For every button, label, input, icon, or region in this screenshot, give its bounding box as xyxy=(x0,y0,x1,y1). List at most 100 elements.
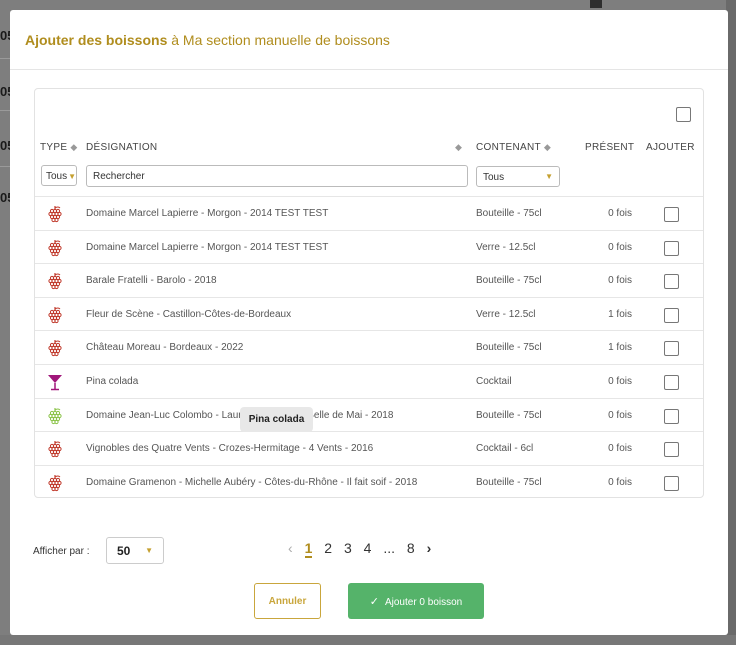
row-present: 0 fois xyxy=(608,476,632,488)
chevron-down-icon: ▼ xyxy=(68,172,77,181)
row-present: 1 fois xyxy=(608,308,632,320)
contenant-filter-value: Tous xyxy=(483,172,505,183)
check-icon: ✓ xyxy=(369,595,379,608)
contenant-filter-select[interactable]: Tous ▼ xyxy=(476,166,560,187)
row-present: 0 fois xyxy=(608,375,632,387)
sort-icon: ◆ xyxy=(543,142,552,152)
cancel-button[interactable]: Annuler xyxy=(254,583,321,619)
background-bottom-edge xyxy=(0,635,736,645)
row-contenant: Bouteille - 75cl xyxy=(476,208,542,219)
column-header-type[interactable]: TYPE ◆ xyxy=(40,142,78,153)
row-contenant: Bouteille - 75cl xyxy=(476,342,542,354)
select-all-checkbox[interactable] xyxy=(676,107,691,122)
column-header-contenant[interactable]: CONTENANT ◆ xyxy=(476,142,551,153)
grape-icon xyxy=(47,407,63,425)
row-add-checkbox[interactable] xyxy=(664,374,679,390)
designation-sort[interactable]: ◆ xyxy=(452,142,462,153)
row-designation: Domaine Marcel Lapierre - Morgon - 2014 … xyxy=(86,208,329,219)
row-designation: Pina colada xyxy=(86,375,139,387)
tooltip: Pina colada xyxy=(240,407,313,432)
row-contenant: Verre - 12.5cl xyxy=(476,241,536,253)
table-row: Pina colada Cocktail 0 fois xyxy=(35,363,703,398)
column-header-type-label: TYPE xyxy=(40,142,68,153)
table-body: Domaine Marcel Lapierre - Morgon - 2014 … xyxy=(35,196,703,498)
row-add-checkbox[interactable] xyxy=(664,475,679,491)
row-contenant: Cocktail xyxy=(476,375,512,387)
background-bar xyxy=(590,0,602,8)
cocktail-icon xyxy=(47,373,63,391)
row-contenant: Bouteille - 75cl xyxy=(476,409,542,421)
row-present: 0 fois xyxy=(608,208,632,219)
row-contenant: Verre - 12.5cl xyxy=(476,308,536,320)
grape-icon xyxy=(47,306,63,324)
column-header-present-label: PRÉSENT xyxy=(585,142,635,153)
column-header-designation-label: DÉSIGNATION xyxy=(86,142,158,153)
per-page-value: 50 xyxy=(117,544,131,558)
page-link[interactable]: 3 xyxy=(344,540,352,556)
row-add-checkbox[interactable] xyxy=(664,207,679,222)
column-header-present: PRÉSENT xyxy=(585,142,634,153)
column-header-contenant-label: CONTENANT xyxy=(476,142,541,153)
drinks-table: TYPE ◆ DÉSIGNATION ◆ CONTENANT ◆ PRÉSENT A… xyxy=(34,88,704,498)
column-header-designation[interactable]: DÉSIGNATION xyxy=(86,142,157,153)
modal-title-strong: Ajouter des boissons xyxy=(25,32,168,48)
row-contenant: Bouteille - 75cl xyxy=(476,275,542,287)
row-add-checkbox[interactable] xyxy=(664,240,679,256)
type-filter-select[interactable]: Tous▼ xyxy=(41,165,77,186)
row-present: 0 fois xyxy=(608,275,632,287)
row-present: 0 fois xyxy=(608,241,632,253)
modal-title-rest: à Ma section manuelle de boissons xyxy=(167,32,390,48)
add-drinks-button[interactable]: ✓ Ajouter 0 boisson xyxy=(348,583,484,619)
grape-icon xyxy=(47,474,63,492)
add-drinks-modal: Ajouter des boissons à Ma section manuel… xyxy=(10,10,728,635)
chevron-down-icon: ▼ xyxy=(145,546,153,555)
row-present: 0 fois xyxy=(608,443,632,455)
table-row: Domaine Jean-Luc Colombo - Laur int-Péra… xyxy=(35,397,703,432)
search-input[interactable] xyxy=(86,165,468,187)
row-add-checkbox[interactable] xyxy=(664,442,679,458)
page-link[interactable]: 1 xyxy=(304,541,313,558)
per-page-select[interactable]: 50 ▼ xyxy=(106,537,164,564)
row-present: 0 fois xyxy=(608,409,632,421)
row-designation: Domaine Marcel Lapierre - Morgon - 2014 … xyxy=(86,241,329,253)
row-add-checkbox[interactable] xyxy=(664,307,679,323)
column-header-ajouter: AJOUTER xyxy=(646,142,695,153)
row-add-checkbox[interactable] xyxy=(664,274,679,290)
page-link[interactable]: 2 xyxy=(324,540,332,556)
previous-page-icon[interactable]: ‹ xyxy=(288,540,293,556)
chevron-down-icon: ▼ xyxy=(545,172,553,181)
table-row: Domaine Marcel Lapierre - Morgon - 2014 … xyxy=(35,229,703,264)
page-link[interactable]: 4 xyxy=(364,540,372,556)
grape-icon xyxy=(47,272,63,290)
row-designation: Château Moreau - Bordeaux - 2022 xyxy=(86,342,244,354)
row-designation: Domaine Gramenon - Michelle Aubéry - Côt… xyxy=(86,476,418,488)
modal-header: Ajouter des boissons à Ma section manuel… xyxy=(10,10,728,70)
table-row: Château Moreau - Bordeaux - 2022 Bouteill… xyxy=(35,330,703,364)
add-drinks-button-label: Ajouter 0 boisson xyxy=(384,596,463,608)
table-row: Vignobles des Quatre Vents - Crozes-Herm… xyxy=(35,431,703,465)
row-add-checkbox[interactable] xyxy=(664,341,679,357)
column-header-ajouter-label: AJOUTER xyxy=(646,142,695,153)
row-designation: Vignobles des Quatre Vents - Crozes-Herm… xyxy=(86,443,374,455)
row-add-checkbox[interactable] xyxy=(664,408,679,424)
row-contenant: Cocktail - 6cl xyxy=(476,443,534,455)
per-page-label: Afficher par : xyxy=(33,546,90,557)
next-page-icon[interactable]: › xyxy=(427,540,432,556)
grape-icon xyxy=(47,239,63,257)
grape-icon xyxy=(47,339,63,357)
grape-icon xyxy=(47,205,63,223)
page-link[interactable]: 8 xyxy=(407,540,415,556)
row-designation: Fleur de Scène - Castillon-Côtes-de-Bord… xyxy=(86,308,292,320)
table-row: Domaine Marcel Lapierre - Morgon - 2014 … xyxy=(35,196,703,230)
table-row: Domaine Gramenon - Michelle Aubéry - Côt… xyxy=(35,464,703,499)
sort-icon: ◆ xyxy=(455,142,463,152)
row-designation: Barale Fratelli - Barolo - 2018 xyxy=(86,275,217,287)
page-ellipsis: ... xyxy=(383,540,395,556)
row-present: 1 fois xyxy=(608,342,632,354)
pagination: ‹ 1 2 3 4 ... 8 › xyxy=(288,540,439,558)
row-contenant: Bouteille - 75cl xyxy=(476,476,542,488)
type-filter-value: Tous xyxy=(46,171,68,182)
sort-icon: ◆ xyxy=(70,142,78,152)
grape-icon xyxy=(47,440,63,458)
table-row: Fleur de Scène - Castillon-Côtes-de-Bord… xyxy=(35,296,703,331)
